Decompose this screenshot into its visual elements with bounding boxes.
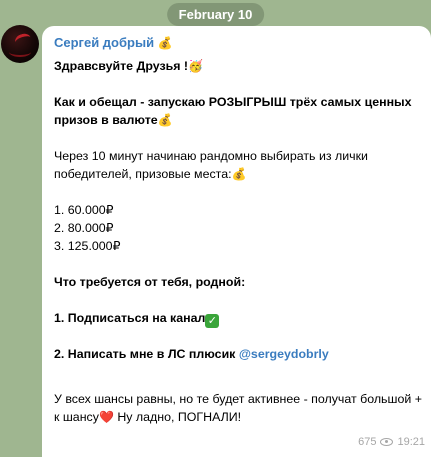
closing-line-2: к шансу❤️ Ну ладно, ПОГНАЛИ! — [54, 408, 421, 426]
check-mark-icon: ✓ — [205, 314, 220, 328]
message-meta: 675 19:21 — [358, 433, 425, 451]
message-time: 19:21 — [397, 436, 425, 448]
money-bag-icon: 💰 — [231, 167, 247, 181]
announce-line-2: призов в валюте💰 — [54, 111, 421, 129]
announce-line-1: Как и обещал - запускаю РОЗЫГРЫШ трёх са… — [54, 95, 412, 109]
greeting-label: Здравсвуйте Друзья ! — [54, 59, 189, 73]
info-line-1: Через 10 минут начинаю рандомно выбирать… — [54, 149, 368, 163]
info-line-2: победителей, призовые места:💰 — [54, 165, 421, 183]
username-mention-link[interactable]: @sergeydobrly — [239, 347, 329, 361]
party-face-icon: 🥳 — [188, 59, 203, 73]
money-bag-icon: 💰 — [157, 113, 173, 127]
view-count: 675 — [358, 436, 377, 448]
step-2: 2. Написать мне в ЛС плюсик @sergeydobrl… — [54, 345, 421, 363]
step-1-label: 1. Подписаться на канал — [54, 311, 206, 325]
requirements-title: Что требуется от тебя, родной: — [54, 275, 246, 289]
step-2-label: 2. Написать мне в ЛС плюсик — [54, 347, 239, 361]
red-heart-icon: ❤️ — [98, 410, 114, 424]
closing-line-1: У всех шансы равны, но те будет активнее… — [54, 392, 422, 406]
prize-1: 1. 60.000₽ — [54, 203, 114, 217]
sender-avatar[interactable] — [1, 25, 39, 63]
step-1: 1. Подписаться на канал ✓ — [54, 309, 421, 328]
announce-line-2-label: призов в валюте — [54, 113, 158, 127]
date-separator: February 10 — [166, 3, 265, 26]
closing-line-2-end: Ну ладно, ПОГНАЛИ! — [113, 410, 242, 424]
eye-icon — [380, 438, 394, 446]
prize-2: 2. 80.000₽ — [54, 221, 114, 235]
greeting-text: Здравсвуйте Друзья !🥳 — [54, 57, 421, 75]
sender-name[interactable]: Сергей добрый — [54, 35, 154, 50]
money-bag-icon: 💰 — [157, 36, 173, 50]
message-bubble: Сергей добрый 💰 Здравсвуйте Друзья !🥳 Ка… — [42, 26, 431, 457]
prize-3: 3. 125.000₽ — [54, 239, 121, 253]
info-line-2-label: победителей, призовые места: — [54, 167, 232, 181]
closing-line-2-start: к шансу — [54, 410, 99, 424]
sender-name-row[interactable]: Сергей добрый 💰 — [54, 34, 421, 52]
